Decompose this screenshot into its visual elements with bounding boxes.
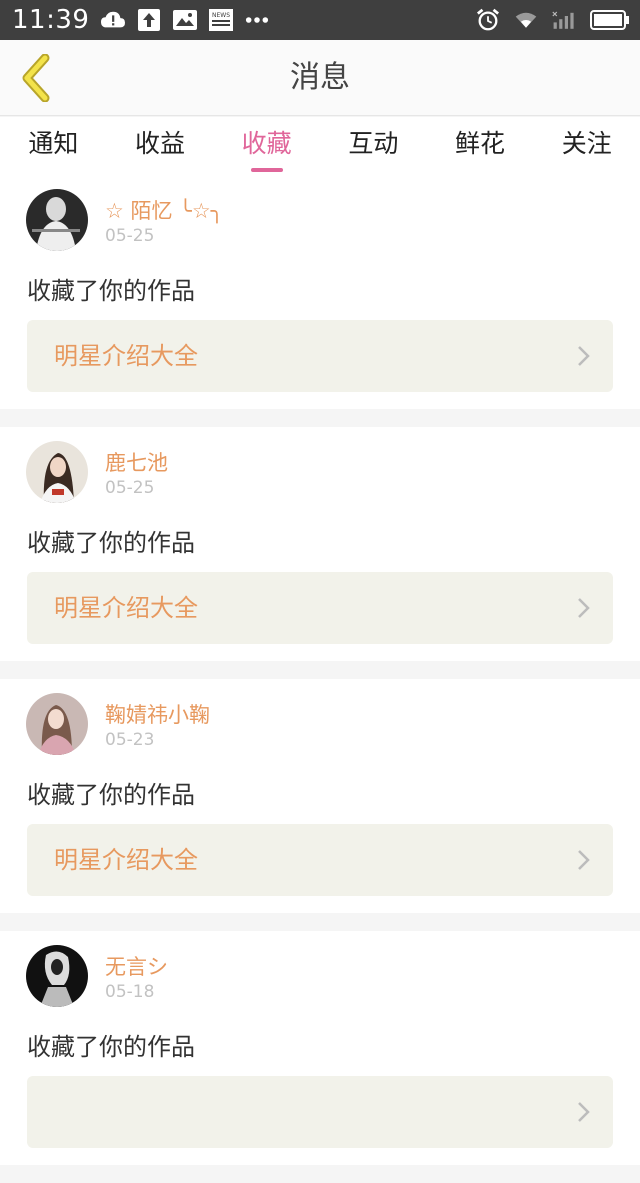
notification-icons: NEWS [101,8,269,32]
avatar[interactable] [26,441,88,503]
work-link[interactable]: 明星介绍大全 [27,572,613,644]
system-icons [476,0,630,40]
upload-icon [137,8,161,32]
avatar[interactable] [26,945,88,1007]
news-icon-label: NEWS [212,12,230,19]
status-bar: 11:39 NEWS [0,0,640,40]
chevron-right-icon [578,598,590,618]
signal-icon [552,8,576,32]
more-dots-icon [245,8,269,32]
chevron-right-icon [578,346,590,366]
work-title: 明星介绍大全 [54,342,198,370]
message-list: ☆ 陌忆 ╰☆╮ 05-25 收藏了你的作品 明星介绍大全 鹿七池 05-25 … [0,175,640,1183]
tab-favorites[interactable]: 收藏 [213,117,320,175]
tab-interactions[interactable]: 互动 [320,117,427,175]
chevron-right-icon [578,1102,590,1122]
image-icon [173,8,198,32]
action-text: 收藏了你的作品 [27,781,195,809]
wifi-icon [514,8,538,32]
action-text: 收藏了你的作品 [27,529,195,557]
chevron-right-icon [578,850,590,870]
post-date: 05-23 [105,730,155,750]
message-card: 无言シ 05-18 收藏了你的作品 [0,931,640,1165]
avatar[interactable] [26,693,88,755]
work-title: 明星介绍大全 [54,846,198,874]
battery-icon [590,8,630,32]
tab-notifications[interactable]: 通知 [0,117,107,175]
page-title: 消息 [290,60,350,95]
app-header: 消息 [0,40,640,116]
work-link[interactable]: 明星介绍大全 [27,320,613,392]
news-icon: NEWS [209,8,234,32]
tab-earnings[interactable]: 收益 [107,117,214,175]
tab-bar: 通知 收益 收藏 互动 鲜花 关注 [0,117,640,175]
action-text: 收藏了你的作品 [27,1033,195,1061]
user-name[interactable]: 鹿七池 [105,447,168,477]
tab-flowers[interactable]: 鲜花 [427,117,534,175]
user-name[interactable]: 鞠婧祎小鞠 [105,699,210,729]
action-text: 收藏了你的作品 [27,277,195,305]
work-link[interactable] [27,1076,613,1148]
cloud-alert-icon [101,8,126,32]
work-link[interactable]: 明星介绍大全 [27,824,613,896]
work-title: 明星介绍大全 [54,594,198,622]
status-time: 11:39 [12,5,90,35]
message-card: 鹿七池 05-25 收藏了你的作品 明星介绍大全 [0,427,640,661]
tab-follows[interactable]: 关注 [533,117,640,175]
user-name[interactable]: 无言シ [105,951,168,981]
post-date: 05-25 [105,226,155,246]
message-card: ☆ 陌忆 ╰☆╮ 05-25 收藏了你的作品 明星介绍大全 [0,175,640,409]
message-card: 鞠婧祎小鞠 05-23 收藏了你的作品 明星介绍大全 [0,679,640,913]
post-date: 05-18 [105,982,155,1002]
alarm-icon [476,8,500,32]
avatar[interactable] [26,189,88,251]
user-name[interactable]: ☆ 陌忆 ╰☆╮ [105,195,223,225]
post-date: 05-25 [105,478,155,498]
